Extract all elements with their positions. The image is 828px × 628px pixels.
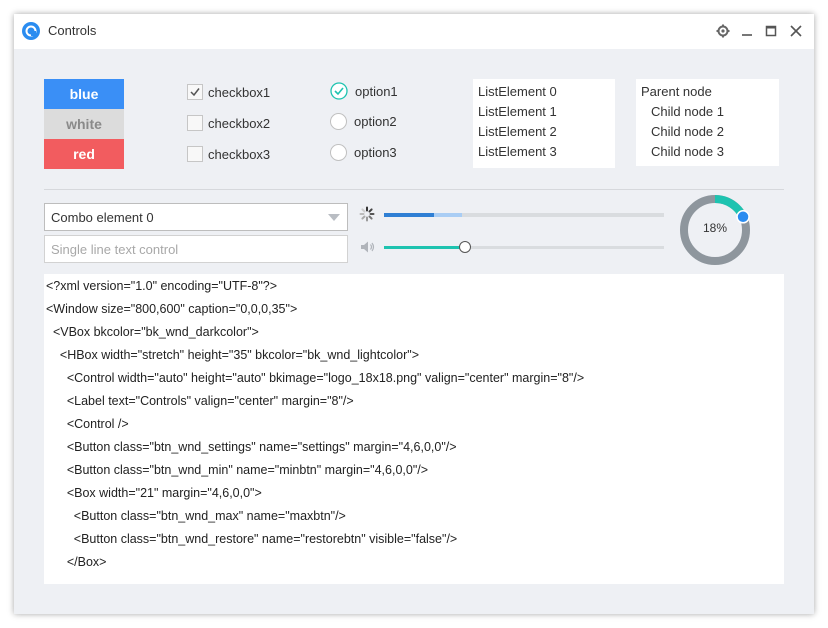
checkbox-1[interactable]: checkbox1 xyxy=(187,84,270,100)
title-bar[interactable]: Controls xyxy=(14,14,814,49)
checkbox-2[interactable]: checkbox2 xyxy=(187,115,270,131)
radio-label: option2 xyxy=(354,114,397,129)
blue-button[interactable]: blue xyxy=(44,79,124,109)
list-item[interactable]: ListElement 2 xyxy=(473,122,615,142)
combo-box[interactable]: Combo element 0 xyxy=(44,203,348,231)
tree-parent-node[interactable]: Parent node xyxy=(636,82,779,102)
checkmark-icon xyxy=(190,88,200,97)
slider-fill xyxy=(384,246,466,249)
code-line: <Label text="Controls" valign="center" m… xyxy=(46,394,354,408)
code-line: <Button class="btn_wnd_max" name="maxbtn… xyxy=(46,509,346,523)
maximize-icon xyxy=(765,25,777,37)
radio-option-2[interactable]: option2 xyxy=(330,113,397,130)
list-item[interactable]: ListElement 3 xyxy=(473,142,615,162)
code-line: <Box width="21" margin="4,6,0,0"> xyxy=(46,486,262,500)
code-line: <?xml version="1.0" encoding="UTF-8"?> xyxy=(46,279,278,293)
code-line: <Button class="btn_wnd_settings" name="s… xyxy=(46,440,457,454)
close-icon xyxy=(790,25,802,37)
list-item[interactable]: ListElement 0 xyxy=(473,82,615,102)
tree-view[interactable]: Parent node Child node 1 Child node 2 Ch… xyxy=(636,79,779,166)
main-window: Controls blue white red checkbox1 checkb… xyxy=(14,14,814,614)
radio-label: option1 xyxy=(355,83,398,99)
checkbox-box xyxy=(187,115,203,131)
minimize-icon xyxy=(742,34,752,36)
text-input[interactable]: Single line text control xyxy=(44,235,348,263)
white-button[interactable]: white xyxy=(44,109,124,139)
code-line: <HBox width="stretch" height="35" bkcolo… xyxy=(46,348,420,362)
code-line: <Control /> xyxy=(46,417,129,431)
tree-child-node[interactable]: Child node 3 xyxy=(636,142,779,162)
slider-thumb[interactable] xyxy=(459,241,472,253)
loading-spinner-icon xyxy=(359,206,375,222)
code-line: <Button class="btn_wnd_restore" name="re… xyxy=(46,532,458,546)
checkbox-label: checkbox2 xyxy=(208,115,271,131)
text-input-placeholder: Single line text control xyxy=(51,242,179,257)
volume-icon[interactable] xyxy=(360,240,376,254)
minimize-button[interactable] xyxy=(737,21,757,41)
checkbox-label: checkbox3 xyxy=(208,146,271,162)
app-logo-icon xyxy=(22,22,40,40)
radio-circle xyxy=(330,144,347,161)
checkbox-box xyxy=(187,146,203,162)
xml-code-view[interactable]: <?xml version="1.0" encoding="UTF-8"?> <… xyxy=(44,274,784,584)
radio-label: option3 xyxy=(354,145,397,160)
volume-slider[interactable] xyxy=(384,241,664,253)
code-line: <Button class="btn_wnd_min" name="minbtn… xyxy=(46,463,429,477)
tree-child-node[interactable]: Child node 2 xyxy=(636,122,779,142)
gear-icon xyxy=(716,24,730,38)
close-button[interactable] xyxy=(786,21,806,41)
progress-fill xyxy=(384,213,435,217)
radio-circle xyxy=(330,113,347,130)
code-line: <Control width="auto" height="auto" bkim… xyxy=(46,371,585,385)
combo-value: Combo element 0 xyxy=(51,210,154,225)
radio-option-3[interactable]: option3 xyxy=(330,144,397,161)
red-button[interactable]: red xyxy=(44,139,124,169)
checkbox-checked-box xyxy=(187,84,203,100)
circular-progress-label: 18% xyxy=(702,221,728,235)
code-line: <VBox bkcolor="bk_wnd_darkcolor"> xyxy=(46,325,259,339)
chevron-down-icon xyxy=(328,214,340,221)
settings-button[interactable] xyxy=(713,21,733,41)
tree-child-node[interactable]: Child node 1 xyxy=(636,102,779,122)
circular-progress: 18% xyxy=(678,193,752,267)
radio-option-1[interactable]: option1 xyxy=(330,82,398,100)
checkbox-label: checkbox1 xyxy=(208,84,271,100)
list-item[interactable]: ListElement 1 xyxy=(473,102,615,122)
progress-bar xyxy=(384,213,664,217)
code-line: </Box> xyxy=(46,555,107,569)
maximize-button[interactable] xyxy=(761,21,781,41)
list-box[interactable]: ListElement 0 ListElement 1 ListElement … xyxy=(473,79,615,168)
checkbox-3[interactable]: checkbox3 xyxy=(187,146,270,162)
code-line: <Window size="800,600" caption="0,0,0,35… xyxy=(46,302,298,316)
separator xyxy=(44,189,784,190)
window-title: Controls xyxy=(48,23,97,38)
radio-checked-icon xyxy=(330,82,348,100)
